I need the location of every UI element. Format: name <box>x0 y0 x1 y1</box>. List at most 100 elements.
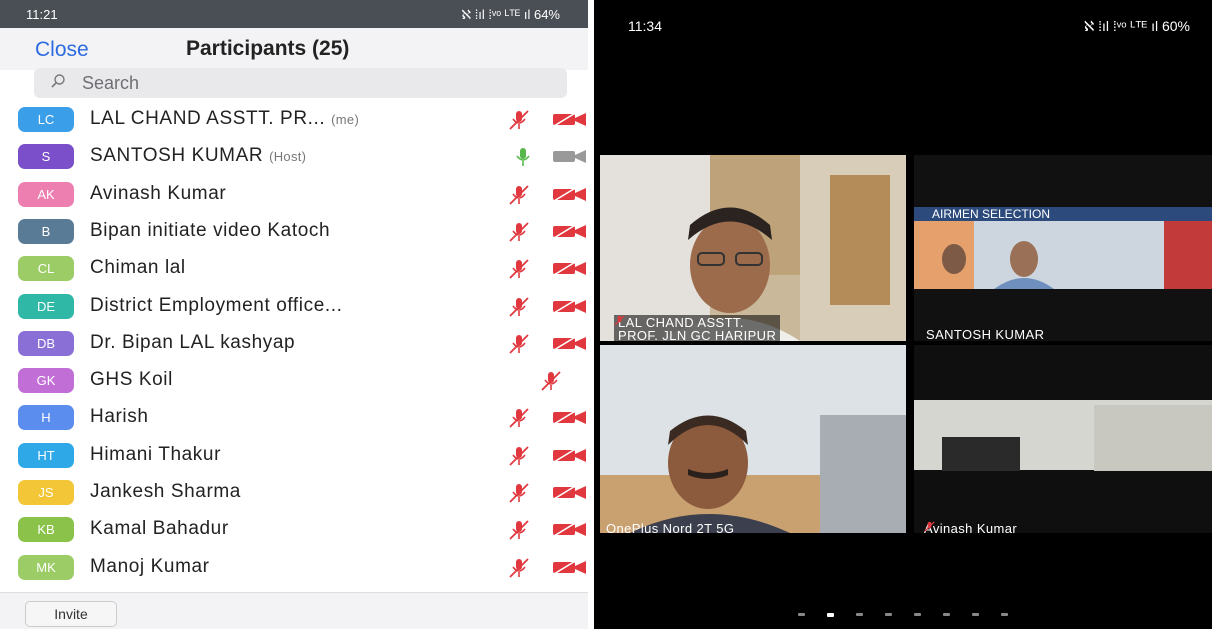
avatar: MK <box>18 554 74 580</box>
video-tile-avinash-kumar[interactable]: Avinash Kumar <box>914 345 1212 533</box>
participant-row[interactable]: B Bipan initiate video Katoch <box>0 213 588 250</box>
participant-row[interactable]: LC LAL CHAND ASSTT. PR... (me) <box>0 101 588 138</box>
mic-muted-icon[interactable] <box>508 408 530 429</box>
video-off-icon[interactable] <box>553 112 586 127</box>
mic-muted-icon[interactable] <box>508 296 530 317</box>
participant-name: GHS Koil <box>90 369 173 391</box>
participant-name: Chiman lal <box>90 257 186 279</box>
mic-muted-icon[interactable] <box>508 222 530 242</box>
participant-name-text: GHS Koil <box>90 369 173 391</box>
search-box[interactable] <box>34 68 567 98</box>
participant-name-text: Chiman lal <box>90 257 186 279</box>
avatar: DB <box>18 330 74 356</box>
participant-name-text: Kamal Bahadur <box>90 518 229 540</box>
avatar: JS <box>18 480 74 505</box>
video-tile-oneplus[interactable]: OnePlus Nord 2T 5G <box>600 345 906 533</box>
participant-row[interactable]: KB Kamal Bahadur <box>0 511 588 548</box>
participant-name: Jankesh Sharma <box>90 481 241 503</box>
video-off-icon[interactable] <box>553 485 586 500</box>
participant-row[interactable]: DE District Employment office... <box>0 288 588 325</box>
mic-muted-icon[interactable] <box>508 184 530 205</box>
avatar: S <box>18 144 74 170</box>
video-off-icon[interactable] <box>553 186 586 202</box>
participant-row[interactable]: CL Chiman lal <box>0 250 588 287</box>
close-button[interactable]: Close <box>35 38 89 62</box>
search-icon <box>51 74 65 88</box>
participant-row[interactable]: S SANTOSH KUMAR (Host) <box>0 138 588 175</box>
tile-name-label: Avinash Kumar <box>924 521 1017 533</box>
participant-list: LC LAL CHAND ASSTT. PR... (me) S SANTOSH KU… <box>0 101 588 591</box>
video-feed <box>914 345 1212 533</box>
video-tile-lal-chand[interactable]: LAL CHAND ASSTT. PROF. JLN GC HARIPUR <box>600 155 906 341</box>
participant-name: Harish <box>90 406 149 428</box>
participant-name: Kamal Bahadur <box>90 518 229 540</box>
avatar: CL <box>18 256 74 282</box>
panel-title: Participants (25) <box>186 37 350 60</box>
video-on-icon[interactable] <box>553 149 586 164</box>
video-feed: AIRMEN SELECTION <box>914 155 1212 341</box>
participant-name-text: SANTOSH KUMAR <box>90 145 264 167</box>
participant-name: Dr. Bipan LAL kashyap <box>90 332 295 354</box>
video-off-icon[interactable] <box>553 335 586 351</box>
participant-row[interactable]: AK Avinash Kumar <box>0 176 588 213</box>
status-bar: 11:34 ℵ ⁞ıl ⁞ᵛᵒ ᴸᵀᴱ ıl 60% <box>594 0 1212 40</box>
mic-muted-icon[interactable] <box>508 483 530 503</box>
participant-name: Avinash Kumar <box>90 183 226 205</box>
avatar: H <box>18 405 74 431</box>
video-off-icon[interactable] <box>553 261 586 276</box>
video-off-icon[interactable] <box>553 522 586 537</box>
mic-on-icon[interactable] <box>512 147 534 167</box>
status-time: 11:34 <box>628 18 662 34</box>
video-off-icon[interactable] <box>553 298 586 314</box>
status-icons: ℵ ⁞ıl ⁞ᵛᵒ ᴸᵀᴱ ıl 60% <box>1083 18 1190 34</box>
mic-muted-icon <box>614 315 625 326</box>
participant-name: District Employment office... <box>90 295 343 317</box>
page-dot[interactable] <box>885 613 892 617</box>
mic-muted-icon[interactable] <box>508 520 530 540</box>
page-dot[interactable] <box>856 613 863 617</box>
video-off-icon[interactable] <box>553 447 586 463</box>
avatar: B <box>18 218 74 244</box>
participant-row[interactable]: H Harish <box>0 399 588 436</box>
mic-muted-icon[interactable] <box>508 259 530 279</box>
status-icons: ℵ ⁞ıl ⁞ᵛᵒ ᴸᵀᴱ ıl 64% <box>461 7 560 22</box>
participant-row[interactable]: MK Manoj Kumar <box>0 549 588 586</box>
video-feed <box>600 345 906 533</box>
participant-name: Manoj Kumar <box>90 556 210 578</box>
mic-muted-icon[interactable] <box>508 334 530 354</box>
avatar: LC <box>18 107 74 132</box>
status-time: 11:21 <box>26 7 58 22</box>
participant-row[interactable]: HT Himani Thakur <box>0 437 588 474</box>
participant-name: LAL CHAND ASSTT. PR... (me) <box>90 108 359 130</box>
page-dot[interactable] <box>943 613 950 617</box>
avatar: GK <box>18 368 74 394</box>
video-off-icon[interactable] <box>553 559 586 575</box>
participant-role-tag: (me) <box>331 112 360 127</box>
video-tile-santosh-kumar[interactable]: AIRMEN SELECTION SANTOSH KUMAR <box>914 155 1212 341</box>
page-dot[interactable] <box>972 613 979 617</box>
page-dot[interactable] <box>1001 613 1008 617</box>
participant-name-text: Bipan initiate video Katoch <box>90 219 331 241</box>
page-indicator[interactable] <box>594 606 1212 617</box>
page-dot[interactable] <box>914 613 921 617</box>
participant-row[interactable]: JS Jankesh Sharma <box>0 474 588 511</box>
search-input[interactable] <box>82 71 542 95</box>
participant-name-text: Jankesh Sharma <box>90 481 241 502</box>
participant-row[interactable]: GK GHS Koil <box>0 362 588 399</box>
invite-button[interactable]: Invite <box>25 601 117 627</box>
mic-muted-icon[interactable] <box>508 557 530 578</box>
participant-role-tag: (Host) <box>269 149 307 165</box>
participant-name: Himani Thakur <box>90 444 221 466</box>
video-off-icon[interactable] <box>553 410 586 426</box>
avatar: DE <box>18 293 74 319</box>
participant-name: Bipan initiate video Katoch <box>90 220 330 242</box>
mic-muted-icon[interactable] <box>508 446 530 466</box>
participants-screen: 11:21 ℵ ⁞ıl ⁞ᵛᵒ ᴸᵀᴱ ıl 64% Close Partici… <box>0 0 588 629</box>
participant-row[interactable]: DB Dr. Bipan LAL kashyap <box>0 325 588 362</box>
page-dot[interactable] <box>827 612 834 617</box>
page-dot[interactable] <box>798 613 805 617</box>
mic-muted-icon[interactable] <box>540 371 562 391</box>
mic-muted-icon <box>924 521 935 532</box>
video-off-icon[interactable] <box>553 223 586 239</box>
mic-muted-icon[interactable] <box>508 110 530 130</box>
